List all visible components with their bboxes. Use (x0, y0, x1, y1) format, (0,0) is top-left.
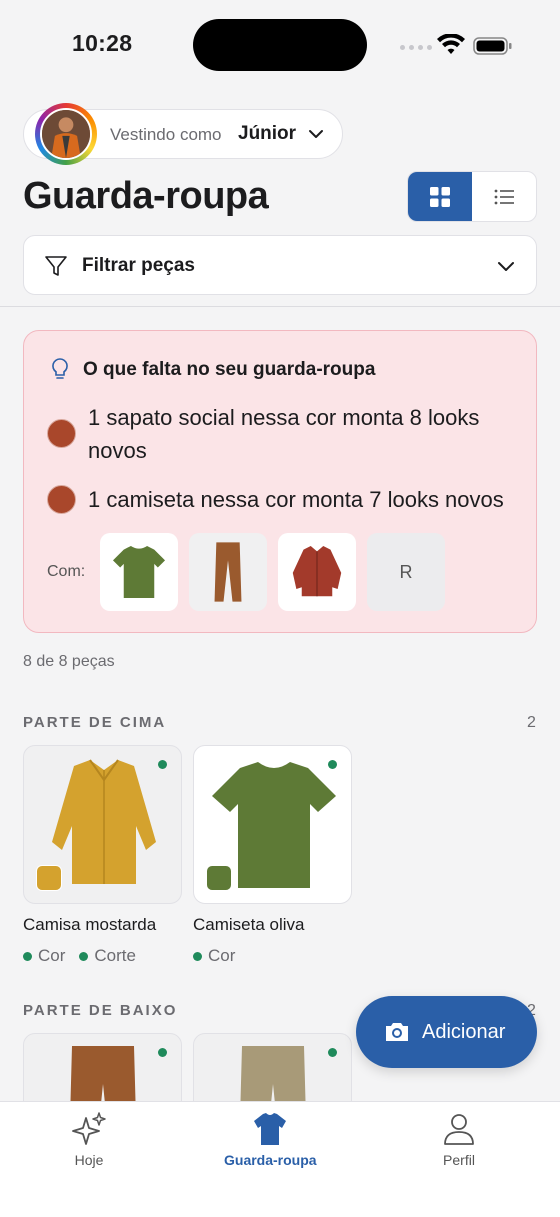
section-title: PARTE DE BAIXO (23, 1002, 178, 1019)
tab-hoje[interactable]: Hoje (70, 1110, 108, 1168)
status-time: 10:28 (72, 30, 133, 56)
chevron-down-icon (309, 130, 323, 138)
color-swatch (47, 485, 76, 514)
section-title: PARTE DE CIMA (23, 714, 167, 731)
avatar (35, 103, 97, 165)
camera-icon (386, 1023, 408, 1041)
item-name: Camisa mostarda (23, 915, 157, 934)
section-count: 2 (527, 714, 536, 731)
wifi-icon (437, 34, 465, 54)
divider (0, 306, 560, 307)
person-icon (444, 1114, 474, 1145)
chevron-down-icon (498, 262, 514, 271)
tab-perfil[interactable]: Perfil (440, 1110, 478, 1168)
status-dot (328, 760, 337, 769)
filter-dropdown[interactable]: Filtrar peças (23, 235, 537, 295)
item-card-camisa-mostarda[interactable] (23, 745, 182, 904)
status-dot (158, 1048, 167, 1057)
tshirt-icon (254, 1113, 287, 1145)
person-selector[interactable]: Vestindo como Júnior (23, 103, 343, 165)
list-view-button[interactable] (472, 172, 536, 221)
person-caption: Vestindo como (110, 125, 222, 144)
thumb-red-jacket[interactable] (278, 533, 356, 611)
gap-suggestion: 1 sapato social nessa cor monta 8 looks … (88, 405, 480, 463)
filter-icon (45, 256, 67, 276)
lightbulb-icon (52, 358, 68, 379)
tab-guarda-roupa[interactable]: Guarda-roupa (224, 1110, 317, 1168)
item-card-camiseta-oliva[interactable] (193, 745, 352, 904)
color-tag (36, 865, 62, 891)
add-item-button[interactable]: Adicionar (356, 996, 537, 1068)
chip-cor: Cor (23, 946, 65, 966)
wardrobe-gap-card: O que falta no seu guarda-roupa 1 sapato… (23, 330, 537, 633)
color-tag (206, 865, 232, 891)
person-name: Júnior (238, 123, 297, 144)
chip-corte: Corte (79, 946, 136, 966)
filter-label: Filtrar peças (82, 255, 195, 276)
page-title: Guarda-roupa (23, 175, 269, 217)
item-name: Camiseta oliva (193, 915, 305, 934)
gap-card-title: O que falta no seu guarda-roupa (83, 359, 376, 380)
items-count: 8 de 8 peças (23, 653, 115, 670)
tab-label: Guarda-roupa (224, 1152, 317, 1168)
grid-view-button[interactable] (408, 172, 472, 221)
status-dot (328, 1048, 337, 1057)
gap-suggestion: 1 camiseta nessa cor monta 7 looks novos (88, 487, 504, 512)
tab-label: Hoje (74, 1152, 104, 1168)
tab-bar: Hoje Guarda-roupa Perfil (0, 1101, 560, 1217)
status-dot (158, 760, 167, 769)
item-chips: Cor Corte (23, 946, 136, 966)
battery-icon (473, 37, 512, 55)
grid-icon (430, 186, 450, 207)
combine-label: Com: (47, 563, 86, 580)
thumb-green-tshirt[interactable] (100, 533, 178, 611)
dynamic-island (193, 19, 367, 71)
add-button-label: Adicionar (422, 1020, 506, 1043)
sparkles-icon (72, 1112, 106, 1145)
tab-label: Perfil (443, 1152, 475, 1168)
color-swatch (47, 419, 76, 448)
chip-cor: Cor (193, 946, 235, 966)
view-toggle (407, 171, 537, 222)
list-icon (494, 189, 514, 204)
thumb-brown-pants[interactable] (189, 533, 267, 611)
more-thumb[interactable]: R (367, 533, 445, 611)
cellular-signal-icon (400, 45, 432, 50)
status-bar: 10:28 (0, 0, 560, 92)
item-chips: Cor (193, 946, 235, 966)
